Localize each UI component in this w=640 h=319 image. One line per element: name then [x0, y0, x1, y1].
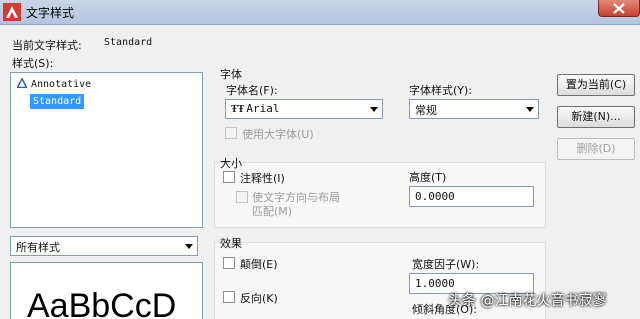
height-label: 高度(T) [409, 171, 447, 184]
font-name-label: 字体名(F): [226, 84, 278, 97]
delete-button[interactable]: 删除(D) [557, 138, 635, 160]
close-icon [613, 3, 625, 14]
style-filter-value: 所有样式 [16, 241, 60, 254]
chevron-down-icon [526, 107, 534, 112]
backwards-label: 反向(K) [240, 292, 278, 305]
bigfont-label: 使用大字体(U) [242, 128, 314, 141]
current-style-value: Standard [104, 37, 153, 48]
height-value: 0.0000 [415, 190, 455, 203]
width-factor-label: 宽度因子(W): [412, 258, 480, 271]
autocad-logo-icon [3, 3, 21, 21]
window-title: 文字样式 [26, 6, 75, 20]
upside-down-checkbox[interactable] [223, 257, 235, 269]
styles-label: 样式(S): [12, 57, 54, 70]
font-name-value: Arial [246, 102, 280, 115]
size-group-label: 大小 [220, 157, 242, 170]
style-filter-dropdown[interactable]: 所有样式 [10, 236, 198, 256]
chevron-down-icon [185, 244, 193, 249]
font-group-label: 字体 [220, 68, 242, 81]
preview-text: AaBbCcD [27, 287, 177, 319]
height-input[interactable]: 0.0000 [409, 186, 534, 207]
backwards-checkbox[interactable] [223, 291, 235, 303]
annotative-icon [17, 78, 27, 88]
new-button[interactable]: 新建(N)... [557, 106, 635, 128]
list-item-label: Standard [33, 96, 82, 107]
style-list[interactable]: Annotative Standard [10, 72, 203, 228]
watermark-text: 头条 @江南花火音书寂寥 [448, 293, 607, 309]
preview-panel: AaBbCcD [10, 262, 203, 319]
effects-group-label: 效果 [220, 237, 242, 250]
match-orientation-checkbox[interactable] [236, 191, 248, 203]
match-orientation-label-2: 匹配(M) [252, 205, 293, 218]
annotative-label: 注释性(I) [240, 172, 285, 185]
title-bar[interactable]: 文字样式 [0, 0, 640, 25]
font-style-dropdown[interactable]: 常规 [409, 99, 539, 119]
current-style-label: 当前文字样式: [12, 39, 82, 52]
annotative-checkbox[interactable] [223, 171, 235, 183]
width-factor-value: 1.0000 [415, 277, 455, 290]
bigfont-checkbox[interactable] [225, 127, 237, 139]
font-style-value: 常规 [415, 104, 437, 117]
font-style-label: 字体样式(Y): [409, 84, 473, 97]
font-name-wrapper: ŦŦ Arial [231, 102, 279, 115]
font-name-dropdown[interactable]: ŦŦ Arial [225, 99, 383, 119]
chevron-down-icon [370, 107, 378, 112]
list-item-label: Annotative [31, 79, 92, 90]
set-current-button[interactable]: 置为当前(C) [557, 74, 635, 96]
list-item-standard[interactable]: Standard [30, 94, 85, 109]
upside-down-label: 颠倒(E) [240, 258, 278, 271]
close-button[interactable] [598, 0, 640, 17]
truetype-font-icon: ŦŦ [231, 104, 245, 115]
list-item-annotative[interactable]: Annotative [17, 77, 91, 92]
